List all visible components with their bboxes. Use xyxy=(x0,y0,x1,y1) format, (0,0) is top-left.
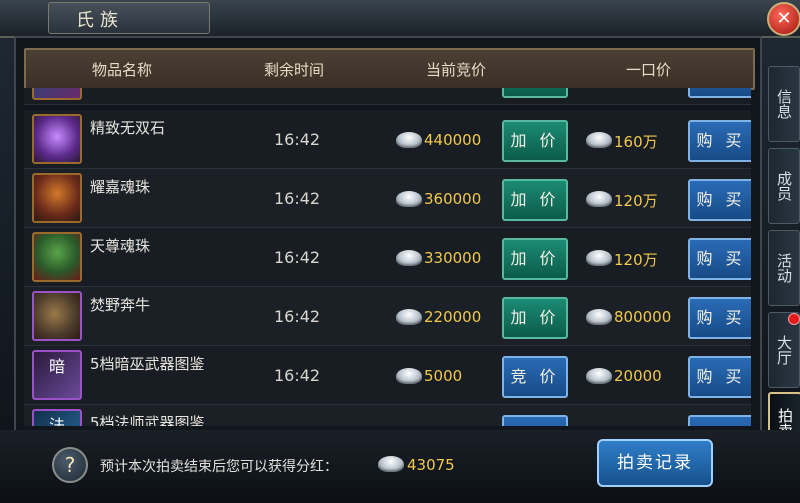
raise-bid-button[interactable]: 加 价 xyxy=(502,120,568,162)
item-name: 精致无双石 xyxy=(90,119,166,137)
buy-button[interactable]: 购 买 xyxy=(688,238,751,280)
silver-ingot-icon xyxy=(396,368,422,384)
header-remaining-time: 剩余时间 xyxy=(264,61,325,79)
remaining-time: 16:42 xyxy=(274,307,321,326)
window-title: 氏族 xyxy=(76,10,124,31)
dividend-info-text: 预计本次拍卖结束后您可以获得分红： xyxy=(100,459,338,475)
partial-bid-button[interactable] xyxy=(502,88,568,98)
item-name: 5档法师武器图鉴 xyxy=(90,414,205,426)
mage-scroll-icon: 法 xyxy=(32,409,82,426)
green-orc-icon xyxy=(32,232,82,282)
auction-list[interactable]: 精致无双石 16:42 440000 加 价 160万 购 买 耀嘉魂珠 16:… xyxy=(24,88,751,426)
armored-warrior-icon xyxy=(32,173,82,223)
raise-bid-button[interactable]: 加 价 xyxy=(502,179,568,221)
silver-ingot-icon xyxy=(586,132,612,148)
item-name: 焚野奔牛 xyxy=(90,296,151,314)
current-bid: 5000 xyxy=(424,367,463,385)
auction-record-button[interactable]: 拍卖记录 xyxy=(597,439,713,487)
header-item-name: 物品名称 xyxy=(92,61,153,79)
item-name: 天尊魂珠 xyxy=(90,237,151,255)
item-name: 5档暗巫武器图鉴 xyxy=(90,355,205,373)
side-nav: 信息 成员 活动 大厅 拍卖行 xyxy=(766,66,800,468)
help-icon[interactable]: ? xyxy=(52,447,88,483)
partial-bid-button[interactable] xyxy=(502,415,568,426)
silver-ingot-icon xyxy=(396,191,422,207)
dividend-value: 43075 xyxy=(407,456,455,474)
close-icon[interactable]: ✕ xyxy=(767,2,800,36)
partial-buy-button[interactable] xyxy=(688,415,751,426)
scroll-char: 法 xyxy=(48,416,65,426)
scroll-char: 暗 xyxy=(48,357,65,376)
table-row xyxy=(24,88,751,105)
buyout-price: 20000 xyxy=(614,367,662,385)
tab-members[interactable]: 成员 xyxy=(768,148,800,224)
current-bid: 440000 xyxy=(424,131,482,149)
partial-buy-button[interactable] xyxy=(688,88,751,98)
buy-button[interactable]: 购 买 xyxy=(688,297,751,339)
current-bid: 360000 xyxy=(424,190,482,208)
table-row: 耀嘉魂珠 16:42 360000 加 价 120万 购 买 xyxy=(24,169,751,228)
partial-item-icon xyxy=(32,88,82,100)
buy-button[interactable]: 购 买 xyxy=(688,179,751,221)
table-row: 天尊魂珠 16:42 330000 加 价 120万 购 买 xyxy=(24,228,751,287)
silver-ingot-icon xyxy=(586,191,612,207)
buyout-price: 120万 xyxy=(614,251,658,269)
tab-activities[interactable]: 活动 xyxy=(768,230,800,306)
table-row: 法 5档法师武器图鉴 xyxy=(24,405,751,426)
silver-ingot-icon xyxy=(396,250,422,266)
current-bid: 330000 xyxy=(424,249,482,267)
remaining-time: 16:42 xyxy=(274,248,321,267)
buyout-price: 800000 xyxy=(614,308,672,326)
silver-ingot-icon xyxy=(396,309,422,325)
header-current-bid: 当前竞价 xyxy=(426,61,487,79)
raise-bid-button[interactable]: 加 价 xyxy=(502,238,568,280)
table-row: 焚野奔牛 16:42 220000 加 价 800000 购 买 xyxy=(24,287,751,346)
remaining-time: 16:42 xyxy=(274,366,321,385)
notification-dot xyxy=(788,313,800,325)
silver-ingot-icon xyxy=(586,368,612,384)
silver-ingot-icon xyxy=(378,456,404,472)
buyout-price: 160万 xyxy=(614,133,658,151)
tab-info[interactable]: 信息 xyxy=(768,66,800,142)
table-row: 暗 5档暗巫武器图鉴 16:42 5000 竞 价 20000 购 买 xyxy=(24,346,751,405)
item-name: 耀嘉魂珠 xyxy=(90,178,151,196)
table-header: 物品名称 剩余时间 当前竞价 一口价 xyxy=(24,48,755,90)
silver-ingot-icon xyxy=(396,132,422,148)
current-bid: 220000 xyxy=(424,308,482,326)
table-row: 精致无双石 16:42 440000 加 价 160万 购 买 xyxy=(24,110,751,169)
purple-crystal-icon xyxy=(32,114,82,164)
beast-rider-icon xyxy=(32,291,82,341)
silver-ingot-icon xyxy=(586,250,612,266)
raise-bid-button[interactable]: 加 价 xyxy=(502,297,568,339)
bid-button[interactable]: 竞 价 xyxy=(502,356,568,398)
header-buyout-price: 一口价 xyxy=(626,61,672,79)
silver-ingot-icon xyxy=(586,309,612,325)
buyout-price: 120万 xyxy=(614,192,658,210)
dark-scroll-icon: 暗 xyxy=(32,350,82,400)
buy-button[interactable]: 购 买 xyxy=(688,356,751,398)
buy-button[interactable]: 购 买 xyxy=(688,120,751,162)
title-plate xyxy=(48,2,210,34)
remaining-time: 16:42 xyxy=(274,130,321,149)
remaining-time: 16:42 xyxy=(274,189,321,208)
